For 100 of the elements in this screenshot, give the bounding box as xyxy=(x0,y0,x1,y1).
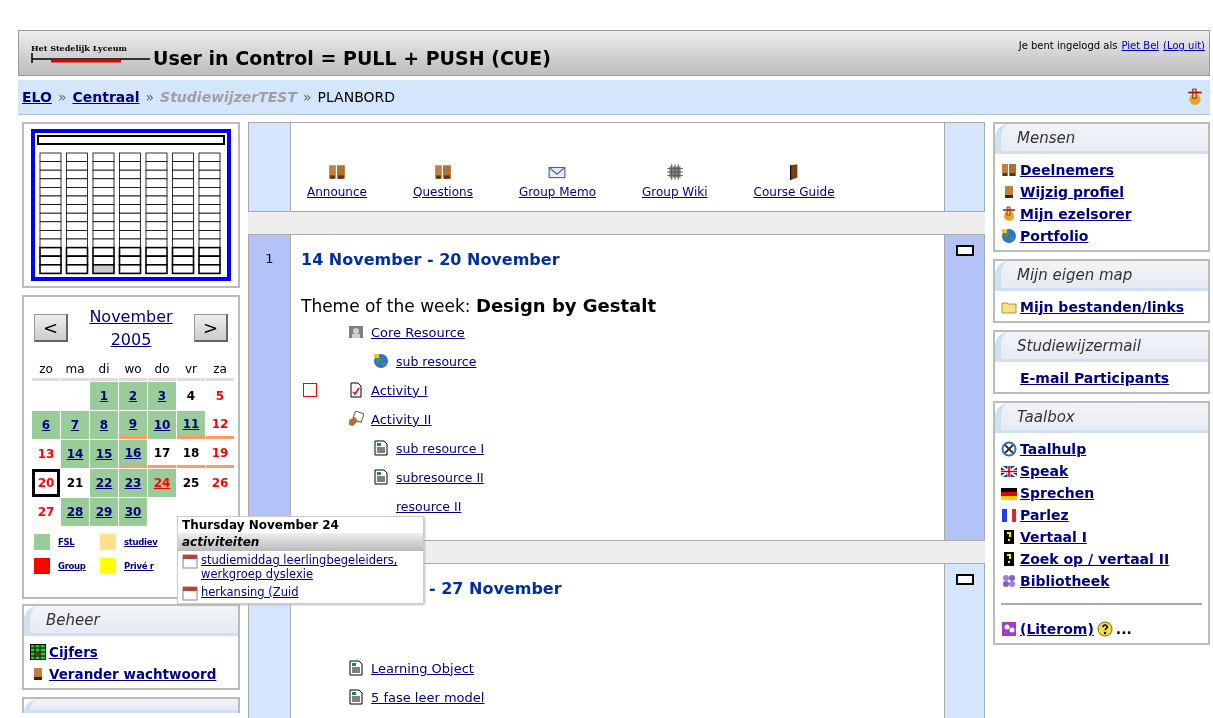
event-link[interactable]: studiemiddag leerlingbegeleiders, werkgroep dyslexie xyxy=(201,553,419,581)
calendar-day[interactable]: 7 xyxy=(61,411,89,439)
calendar-day[interactable]: 29 xyxy=(90,498,118,526)
circuit-icon xyxy=(665,163,684,181)
french-flag-icon xyxy=(1001,507,1017,523)
calendar-day[interactable]: 23 xyxy=(119,469,147,497)
resource-link[interactable]: Activity I xyxy=(371,382,428,398)
site-title: User in Control = PULL + PUSH (CUE) xyxy=(153,47,551,69)
course-link[interactable]: Questions xyxy=(412,163,473,199)
calendar-day[interactable]: 6 xyxy=(32,411,60,439)
logout-link[interactable]: (Log uit) xyxy=(1163,40,1205,51)
globe-icon xyxy=(373,353,389,369)
hand-icon[interactable] xyxy=(1186,88,1204,106)
calendar-day[interactable]: 30 xyxy=(119,498,147,526)
course-link[interactable]: Group Wiki xyxy=(642,163,708,199)
breadcrumb-current: PLANBORD xyxy=(317,89,396,105)
calendar-day[interactable]: 1 xyxy=(90,382,118,410)
sidebar-link[interactable]: Mijn ezelsorer xyxy=(1020,206,1132,222)
people-icon xyxy=(433,163,452,181)
calendar-day: 25 xyxy=(177,469,205,497)
calendar-day[interactable]: 22 xyxy=(90,469,118,497)
calendar-day[interactable]: 2 xyxy=(119,382,147,410)
breadcrumb-separator: » xyxy=(302,89,312,105)
resource-link[interactable]: subresource II xyxy=(396,469,484,485)
people-icon xyxy=(1001,162,1017,178)
square-icon[interactable] xyxy=(955,574,974,585)
calendar-day[interactable]: 16 xyxy=(119,440,147,468)
panel-header: Taalbox xyxy=(995,403,1208,433)
weekday-label: za xyxy=(206,361,234,381)
ellipsis-text: ... xyxy=(1115,621,1132,637)
year-link[interactable]: 2005 xyxy=(110,330,152,349)
panel-header: Mijn eigen map xyxy=(995,261,1208,291)
hand-paper-icon xyxy=(348,411,364,427)
sidebar-link[interactable]: Mijn bestanden/links xyxy=(1020,299,1185,315)
calendar-day[interactable]: 10 xyxy=(148,411,176,439)
sidebar-link[interactable]: Wijzig profiel xyxy=(1020,184,1125,200)
sidebar-link[interactable]: Vertaal I xyxy=(1020,529,1087,545)
calendar-day[interactable]: 15 xyxy=(90,440,118,468)
course-link[interactable]: Group Memo xyxy=(518,163,596,199)
calendar-day[interactable]: 14 xyxy=(61,440,89,468)
previous-month-button[interactable]: < xyxy=(34,314,68,342)
sidebar-link[interactable]: Taalhulp xyxy=(1020,441,1087,457)
sidebar-link[interactable]: Portfolio xyxy=(1020,228,1089,244)
help-icon[interactable] xyxy=(1096,621,1113,637)
resource-link[interactable]: resource II xyxy=(396,498,462,514)
breadcrumb-link[interactable]: ELO xyxy=(22,89,52,105)
weekday-label: zo xyxy=(32,361,60,381)
sidebar-link[interactable]: Verander wachtwoord xyxy=(49,666,217,682)
calendar-day: 4 xyxy=(177,382,205,410)
tile-icon xyxy=(1001,621,1017,637)
calendar-day[interactable]: 28 xyxy=(61,498,89,526)
next-month-button[interactable]: > xyxy=(194,314,228,342)
people-icon xyxy=(327,163,346,181)
panel-header: Studiewijzermail xyxy=(995,332,1208,362)
resource-link[interactable]: Core Resource xyxy=(371,324,465,340)
resource-link[interactable]: sub resource xyxy=(396,353,477,369)
course-link[interactable]: Announce xyxy=(307,163,367,199)
checked-page-icon xyxy=(348,382,364,398)
spreadsheet-icon xyxy=(30,644,46,660)
document-icon xyxy=(348,660,364,676)
month-link[interactable]: November xyxy=(89,307,173,326)
calendar-day[interactable]: 8 xyxy=(90,411,118,439)
calendar-day: 5 xyxy=(206,382,234,410)
resource-link[interactable]: Learning Object xyxy=(371,660,474,676)
sidebar-link[interactable]: Speak xyxy=(1020,463,1069,479)
week-planner-drawing[interactable] xyxy=(31,129,231,281)
user-icon xyxy=(348,324,364,340)
course-link[interactable]: Course Guide xyxy=(753,163,835,199)
user-link[interactable]: Piet Bel xyxy=(1121,40,1160,51)
breadcrumb-link[interactable]: Centraal xyxy=(72,89,140,105)
legend-link[interactable]: Group xyxy=(58,561,92,571)
uk-flag-icon xyxy=(1001,463,1017,479)
document-icon xyxy=(373,440,389,456)
calendar-day[interactable]: 9 xyxy=(119,411,147,439)
sidebar-link[interactable]: Bibliotheek xyxy=(1020,573,1110,589)
resource-link[interactable]: Activity II xyxy=(371,411,432,427)
sidebar-link[interactable]: Sprechen xyxy=(1020,485,1095,501)
logo-text: Het Stedelijk Lyceum xyxy=(31,43,128,53)
calendar-day[interactable]: 11 xyxy=(177,411,205,439)
completion-checkbox[interactable] xyxy=(303,383,317,397)
sidebar-link[interactable]: Cijfers xyxy=(49,644,98,660)
sidebar-link[interactable]: (Literom) xyxy=(1020,621,1094,637)
square-icon[interactable] xyxy=(955,245,974,256)
breadcrumb-separator: » xyxy=(145,89,155,105)
calendar-day[interactable]: 3 xyxy=(148,382,176,410)
resource-link[interactable]: 5 fase leer model xyxy=(371,689,485,705)
weekday-label: ma xyxy=(61,361,89,381)
weekday-label: vr xyxy=(177,361,205,381)
tooltip-title: Thursday November 24 xyxy=(181,517,340,533)
resource-link[interactable]: sub resource I xyxy=(396,440,485,456)
sidebar-link[interactable]: Zoek op / vertaal II xyxy=(1020,551,1170,567)
sidebar-link[interactable]: Parlez xyxy=(1020,507,1069,523)
calendar-day: 19 xyxy=(206,440,234,468)
legend-link[interactable]: FSL xyxy=(58,537,92,547)
help-square-icon xyxy=(1001,529,1017,545)
theme-text: Theme of the week: Design by Gestalt xyxy=(301,295,658,316)
event-link[interactable]: herkansing (Zuid xyxy=(201,585,299,599)
sidebar-link[interactable]: Deelnemers xyxy=(1020,162,1115,178)
flower-icon xyxy=(1001,573,1017,589)
sidebar-link[interactable]: E-mail Participants xyxy=(1020,370,1170,386)
